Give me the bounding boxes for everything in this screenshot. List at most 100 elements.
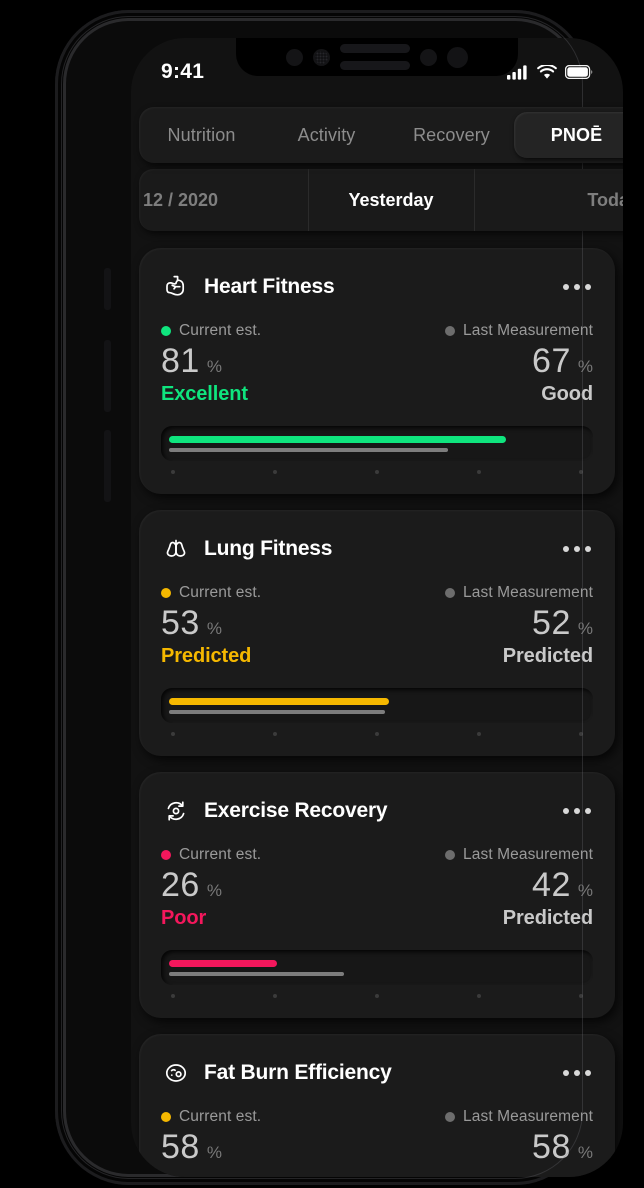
progress-well <box>161 950 593 986</box>
metric-last: Last Measurement 58% <box>445 1108 593 1169</box>
card-title: Lung Fitness <box>204 537 333 561</box>
tab-pno-[interactable]: PNOĒ <box>514 112 623 158</box>
value-number-current: 53 <box>161 604 200 643</box>
card-title: Fat Burn Efficiency <box>204 1061 392 1085</box>
value-number-current: 81 <box>161 342 200 380</box>
card-exercise-recovery[interactable]: Exercise Recovery Current est. 26% Poor Last… <box>139 772 615 1019</box>
legend-last: Last Measurement <box>445 322 593 340</box>
front-camera-icon <box>313 48 330 66</box>
value-number-current: 58 <box>161 1128 200 1167</box>
legend-dot-last <box>445 326 456 336</box>
battery-icon <box>565 65 593 79</box>
date-selector: 12 / 2020YesterdayToday <box>139 169 623 231</box>
progress-fill-last <box>169 972 344 977</box>
metric-last: Last Measurement 42% Predicted <box>445 846 593 930</box>
status-time: 9:41 <box>161 60 205 83</box>
value-unit-current: % <box>206 1143 222 1163</box>
metric-value-current: 81% <box>161 342 261 381</box>
status-label-last: Predicted <box>502 907 593 930</box>
legend-last: Last Measurement <box>445 1108 593 1126</box>
legend-dot-current <box>161 326 171 336</box>
legend-last: Last Measurement <box>445 584 593 602</box>
tab-recovery[interactable]: Recovery <box>389 107 514 163</box>
legend-dot-last <box>445 850 456 861</box>
legend-label-current: Current est. <box>179 322 262 339</box>
notch <box>236 38 518 76</box>
value-number-last: 67 <box>532 342 571 380</box>
more-options-icon[interactable] <box>561 540 593 558</box>
value-number-last: 52 <box>532 604 571 643</box>
legend-current: Current est. <box>161 584 261 602</box>
legend-current: Current est. <box>161 1108 261 1126</box>
progress-well <box>161 688 593 724</box>
legend-label-last: Last Measurement <box>463 1108 593 1126</box>
recovery-refresh-icon <box>167 801 185 821</box>
volume-down-button[interactable] <box>104 430 111 502</box>
metric-value-last: 42% <box>532 866 593 905</box>
tab-activity[interactable]: Activity <box>264 107 389 163</box>
legend-dot-last <box>445 1112 456 1123</box>
legend-label-last: Last Measurement <box>463 846 593 864</box>
heart-organ-icon <box>166 275 185 296</box>
progress-fill-current <box>169 960 278 968</box>
value-unit-current: % <box>206 619 222 639</box>
metric-last: Last Measurement 52% Predicted <box>445 584 593 668</box>
silent-switch[interactable] <box>104 268 111 310</box>
value-unit-last: % <box>577 619 593 639</box>
date-seg-month[interactable]: 12 / 2020 <box>139 169 308 231</box>
progress-fill-last <box>169 710 386 715</box>
card-heart-fitness[interactable]: Heart Fitness Current est. 81% Excellent Las… <box>139 248 615 495</box>
face-id-sensor <box>447 46 468 68</box>
value-number-last: 58 <box>532 1128 571 1167</box>
date-seg-today[interactable]: Today <box>473 169 623 231</box>
volume-up-button[interactable] <box>104 340 111 412</box>
card-lung-fitness[interactable]: Lung Fitness Current est. 53% Predicted Last… <box>139 510 615 757</box>
progress-track-current <box>169 960 585 968</box>
more-options-icon[interactable] <box>561 1064 593 1082</box>
value-number-current: 26 <box>161 866 200 905</box>
value-unit-current: % <box>206 357 222 376</box>
more-options-icon[interactable] <box>561 278 593 296</box>
tab-nutrition[interactable]: Nutrition <box>139 107 264 163</box>
status-label-current: Excellent <box>161 383 248 406</box>
earpiece-speaker <box>340 44 410 70</box>
legend-dot-last <box>445 588 456 599</box>
legend-label-current: Current est. <box>179 584 262 602</box>
metric-value-last: 67% <box>532 342 593 381</box>
legend-current: Current est. <box>161 322 261 340</box>
tab-bar: Nutrition Activity Recovery PNOĒ <box>139 107 623 163</box>
legend-label-current: Current est. <box>179 1108 262 1126</box>
sensor-dot <box>286 48 303 66</box>
card-fat-burn-efficiency[interactable]: Fat Burn Efficiency Current est. 58% Last M… <box>139 1034 615 1177</box>
wifi-icon <box>537 64 557 79</box>
date-seg-yesterday[interactable]: Yesterday <box>308 169 473 231</box>
metric-row: Current est. 81% Excellent Last Measurement… <box>161 322 593 406</box>
metric-last: Last Measurement 67% Good <box>445 322 593 406</box>
metric-row: Current est. 26% Poor Last Measurement 42% Pr… <box>161 846 593 930</box>
legend-label-last: Last Measurement <box>463 322 593 339</box>
legend-dot-current <box>161 588 171 599</box>
metric-row: Current est. 58% Last Measurement 58% <box>161 1108 593 1169</box>
more-options-icon[interactable] <box>561 802 593 820</box>
status-label-last: Predicted <box>502 645 593 668</box>
value-unit-last: % <box>577 881 593 901</box>
status-label-current: Poor <box>161 907 207 930</box>
legend-current: Current est. <box>161 846 261 864</box>
legend-dot-current <box>161 850 171 861</box>
progress-track-current <box>169 698 585 706</box>
metric-card-list[interactable]: Heart Fitness Current est. 81% Excellent Las… <box>131 248 623 1177</box>
metric-value-current: 26% <box>161 866 261 905</box>
phone-screen: 9:41 Nutrition Activity Recovery PNOĒ 12… <box>131 38 623 1177</box>
card-header: Heart Fitness <box>161 272 593 302</box>
metric-value-current: 53% <box>161 604 261 643</box>
status-label-last: Good <box>541 383 593 406</box>
card-title: Exercise Recovery <box>204 799 388 823</box>
metric-value-current: 58% <box>161 1128 261 1167</box>
legend-label-current: Current est. <box>179 846 262 864</box>
metric-current: Current est. 53% Predicted <box>161 584 261 668</box>
value-unit-last: % <box>577 1143 593 1163</box>
card-header: Lung Fitness <box>161 534 593 564</box>
legend-label-last: Last Measurement <box>463 584 593 602</box>
progress-ticks <box>161 461 593 475</box>
metric-current: Current est. 58% <box>161 1108 261 1169</box>
